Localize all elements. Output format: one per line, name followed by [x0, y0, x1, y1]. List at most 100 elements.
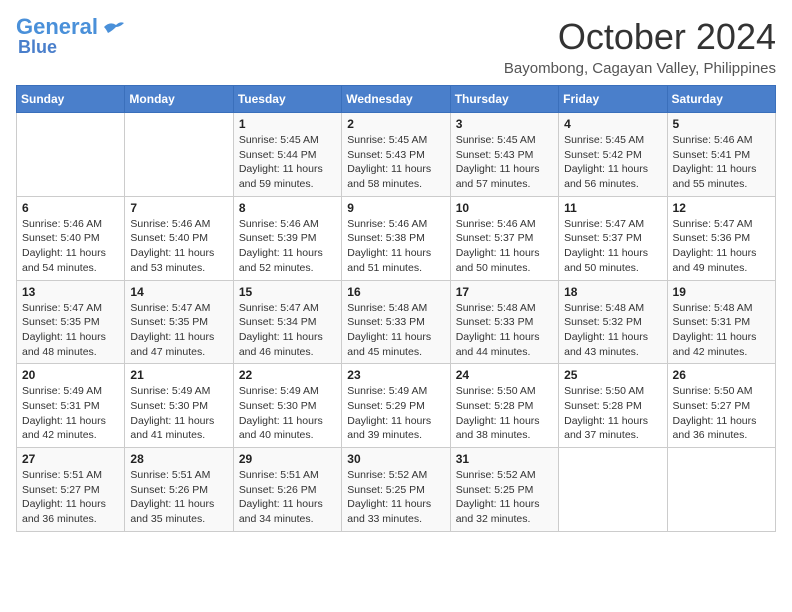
calendar-cell: 4Sunrise: 5:45 AMSunset: 5:42 PMDaylight…	[559, 113, 667, 197]
calendar-cell: 6Sunrise: 5:46 AMSunset: 5:40 PMDaylight…	[17, 196, 125, 280]
day-detail: Sunrise: 5:50 AMSunset: 5:28 PMDaylight:…	[564, 384, 661, 443]
day-number: 25	[564, 368, 661, 382]
day-detail: Sunrise: 5:49 AMSunset: 5:31 PMDaylight:…	[22, 384, 119, 443]
day-number: 19	[673, 285, 770, 299]
day-number: 22	[239, 368, 336, 382]
day-number: 8	[239, 201, 336, 215]
day-number: 28	[130, 452, 227, 466]
day-number: 9	[347, 201, 444, 215]
calendar-cell: 14 Sunrise: 5:47 AMSunset: 5:35 PMDayligh…	[125, 280, 233, 364]
col-tuesday: Tuesday	[233, 86, 341, 113]
day-detail: Sunrise: 5:48 AMSunset: 5:33 PMDaylight:…	[456, 301, 553, 360]
day-detail: Sunrise: 5:45 AMSunset: 5:44 PMDaylight:…	[239, 133, 336, 192]
day-number: 29	[239, 452, 336, 466]
calendar-cell: 15 Sunrise: 5:47 AMSunset: 5:34 PMDayligh…	[233, 280, 341, 364]
day-number: 2	[347, 117, 444, 131]
day-detail: Sunrise: 5:46 AMSunset: 5:40 PMDaylight:…	[130, 217, 227, 276]
day-number: 17	[456, 285, 553, 299]
calendar-cell: 18 Sunrise: 5:48 AMSunset: 5:32 PMDayligh…	[559, 280, 667, 364]
day-detail: Sunrise: 5:45 AMSunset: 5:43 PMDaylight:…	[456, 133, 553, 192]
calendar-cell: 10 Sunrise: 5:46 AMSunset: 5:37 PMDayligh…	[450, 196, 558, 280]
day-number: 31	[456, 452, 553, 466]
logo-blue-text: Blue	[18, 38, 57, 56]
day-detail: Sunrise: 5:52 AMSunset: 5:25 PMDaylight:…	[456, 468, 553, 527]
day-number: 15	[239, 285, 336, 299]
day-detail: Sunrise: 5:49 AMSunset: 5:29 PMDaylight:…	[347, 384, 444, 443]
calendar-cell	[125, 113, 233, 197]
day-detail: Sunrise: 5:45 AMSunset: 5:42 PMDaylight:…	[564, 133, 661, 192]
day-number: 10	[456, 201, 553, 215]
calendar-cell: 19Sunrise: 5:48 AMSunset: 5:31 PMDayligh…	[667, 280, 775, 364]
day-number: 12	[673, 201, 770, 215]
page-header: General Blue October 2024 Bayombong, Cag…	[16, 16, 776, 77]
day-number: 11	[564, 201, 661, 215]
day-detail: Sunrise: 5:50 AMSunset: 5:27 PMDaylight:…	[673, 384, 770, 443]
calendar-cell: 11 Sunrise: 5:47 AMSunset: 5:37 PMDayligh…	[559, 196, 667, 280]
calendar-cell: 27 Sunrise: 5:51 AMSunset: 5:27 PMDayligh…	[17, 448, 125, 532]
calendar-cell: 1 Sunrise: 5:45 AMSunset: 5:44 PMDaylight…	[233, 113, 341, 197]
day-number: 1	[239, 117, 336, 131]
calendar-week-row: 6 Sunrise: 5:46 AMSunset: 5:40 PMDaylight…	[17, 196, 776, 280]
day-detail: Sunrise: 5:46 AMSunset: 5:37 PMDaylight:…	[456, 217, 553, 276]
col-sunday: Sunday	[17, 86, 125, 113]
location-text: Bayombong, Cagayan Valley, Philippines	[504, 60, 776, 77]
col-thursday: Thursday	[450, 86, 558, 113]
day-detail: Sunrise: 5:47 AMSunset: 5:37 PMDaylight:…	[564, 217, 661, 276]
calendar-cell: 22Sunrise: 5:49 AMSunset: 5:30 PMDayligh…	[233, 364, 341, 448]
day-number: 27	[22, 452, 119, 466]
day-number: 13	[22, 285, 119, 299]
calendar-cell: 7 Sunrise: 5:46 AMSunset: 5:40 PMDaylight…	[125, 196, 233, 280]
day-number: 30	[347, 452, 444, 466]
day-detail: Sunrise: 5:48 AMSunset: 5:33 PMDaylight:…	[347, 301, 444, 360]
logo-text: General	[16, 16, 98, 38]
day-detail: Sunrise: 5:50 AMSunset: 5:28 PMDaylight:…	[456, 384, 553, 443]
calendar-cell: 16Sunrise: 5:48 AMSunset: 5:33 PMDayligh…	[342, 280, 450, 364]
day-detail: Sunrise: 5:51 AMSunset: 5:27 PMDaylight:…	[22, 468, 119, 527]
day-number: 3	[456, 117, 553, 131]
day-number: 21	[130, 368, 227, 382]
calendar-cell	[559, 448, 667, 532]
day-number: 20	[22, 368, 119, 382]
calendar-cell	[17, 113, 125, 197]
calendar-week-row: 20 Sunrise: 5:49 AMSunset: 5:31 PMDayligh…	[17, 364, 776, 448]
calendar-cell: 17 Sunrise: 5:48 AMSunset: 5:33 PMDayligh…	[450, 280, 558, 364]
calendar-cell: 26Sunrise: 5:50 AMSunset: 5:27 PMDayligh…	[667, 364, 775, 448]
calendar-cell: 3 Sunrise: 5:45 AMSunset: 5:43 PMDaylight…	[450, 113, 558, 197]
day-number: 18	[564, 285, 661, 299]
col-monday: Monday	[125, 86, 233, 113]
day-detail: Sunrise: 5:52 AMSunset: 5:25 PMDaylight:…	[347, 468, 444, 527]
calendar-cell: 28Sunrise: 5:51 AMSunset: 5:26 PMDayligh…	[125, 448, 233, 532]
calendar-cell: 13 Sunrise: 5:47 AMSunset: 5:35 PMDayligh…	[17, 280, 125, 364]
month-year-title: October 2024	[504, 16, 776, 58]
day-detail: Sunrise: 5:48 AMSunset: 5:32 PMDaylight:…	[564, 301, 661, 360]
day-detail: Sunrise: 5:45 AMSunset: 5:43 PMDaylight:…	[347, 133, 444, 192]
day-detail: Sunrise: 5:51 AMSunset: 5:26 PMDaylight:…	[239, 468, 336, 527]
day-detail: Sunrise: 5:46 AMSunset: 5:41 PMDaylight:…	[673, 133, 770, 192]
calendar-cell: 29 Sunrise: 5:51 AMSunset: 5:26 PMDayligh…	[233, 448, 341, 532]
calendar-cell: 2 Sunrise: 5:45 AMSunset: 5:43 PMDaylight…	[342, 113, 450, 197]
day-number: 6	[22, 201, 119, 215]
calendar-cell: 9Sunrise: 5:46 AMSunset: 5:38 PMDaylight…	[342, 196, 450, 280]
day-number: 24	[456, 368, 553, 382]
day-detail: Sunrise: 5:46 AMSunset: 5:39 PMDaylight:…	[239, 217, 336, 276]
calendar-week-row: 1 Sunrise: 5:45 AMSunset: 5:44 PMDaylight…	[17, 113, 776, 197]
calendar-cell: 25 Sunrise: 5:50 AMSunset: 5:28 PMDayligh…	[559, 364, 667, 448]
title-section: October 2024 Bayombong, Cagayan Valley, …	[504, 16, 776, 77]
calendar-week-row: 27 Sunrise: 5:51 AMSunset: 5:27 PMDayligh…	[17, 448, 776, 532]
day-number: 23	[347, 368, 444, 382]
calendar-cell: 8 Sunrise: 5:46 AMSunset: 5:39 PMDaylight…	[233, 196, 341, 280]
calendar-cell: 23 Sunrise: 5:49 AMSunset: 5:29 PMDayligh…	[342, 364, 450, 448]
day-detail: Sunrise: 5:47 AMSunset: 5:35 PMDaylight:…	[130, 301, 227, 360]
calendar-week-row: 13 Sunrise: 5:47 AMSunset: 5:35 PMDayligh…	[17, 280, 776, 364]
calendar-cell: 20 Sunrise: 5:49 AMSunset: 5:31 PMDayligh…	[17, 364, 125, 448]
calendar-cell: 24 Sunrise: 5:50 AMSunset: 5:28 PMDayligh…	[450, 364, 558, 448]
day-detail: Sunrise: 5:47 AMSunset: 5:35 PMDaylight:…	[22, 301, 119, 360]
logo: General Blue	[16, 16, 124, 56]
calendar-cell: 12Sunrise: 5:47 AMSunset: 5:36 PMDayligh…	[667, 196, 775, 280]
day-number: 14	[130, 285, 227, 299]
day-number: 5	[673, 117, 770, 131]
day-number: 7	[130, 201, 227, 215]
day-detail: Sunrise: 5:47 AMSunset: 5:34 PMDaylight:…	[239, 301, 336, 360]
calendar-cell: 31 Sunrise: 5:52 AMSunset: 5:25 PMDayligh…	[450, 448, 558, 532]
calendar-cell: 30 Sunrise: 5:52 AMSunset: 5:25 PMDayligh…	[342, 448, 450, 532]
